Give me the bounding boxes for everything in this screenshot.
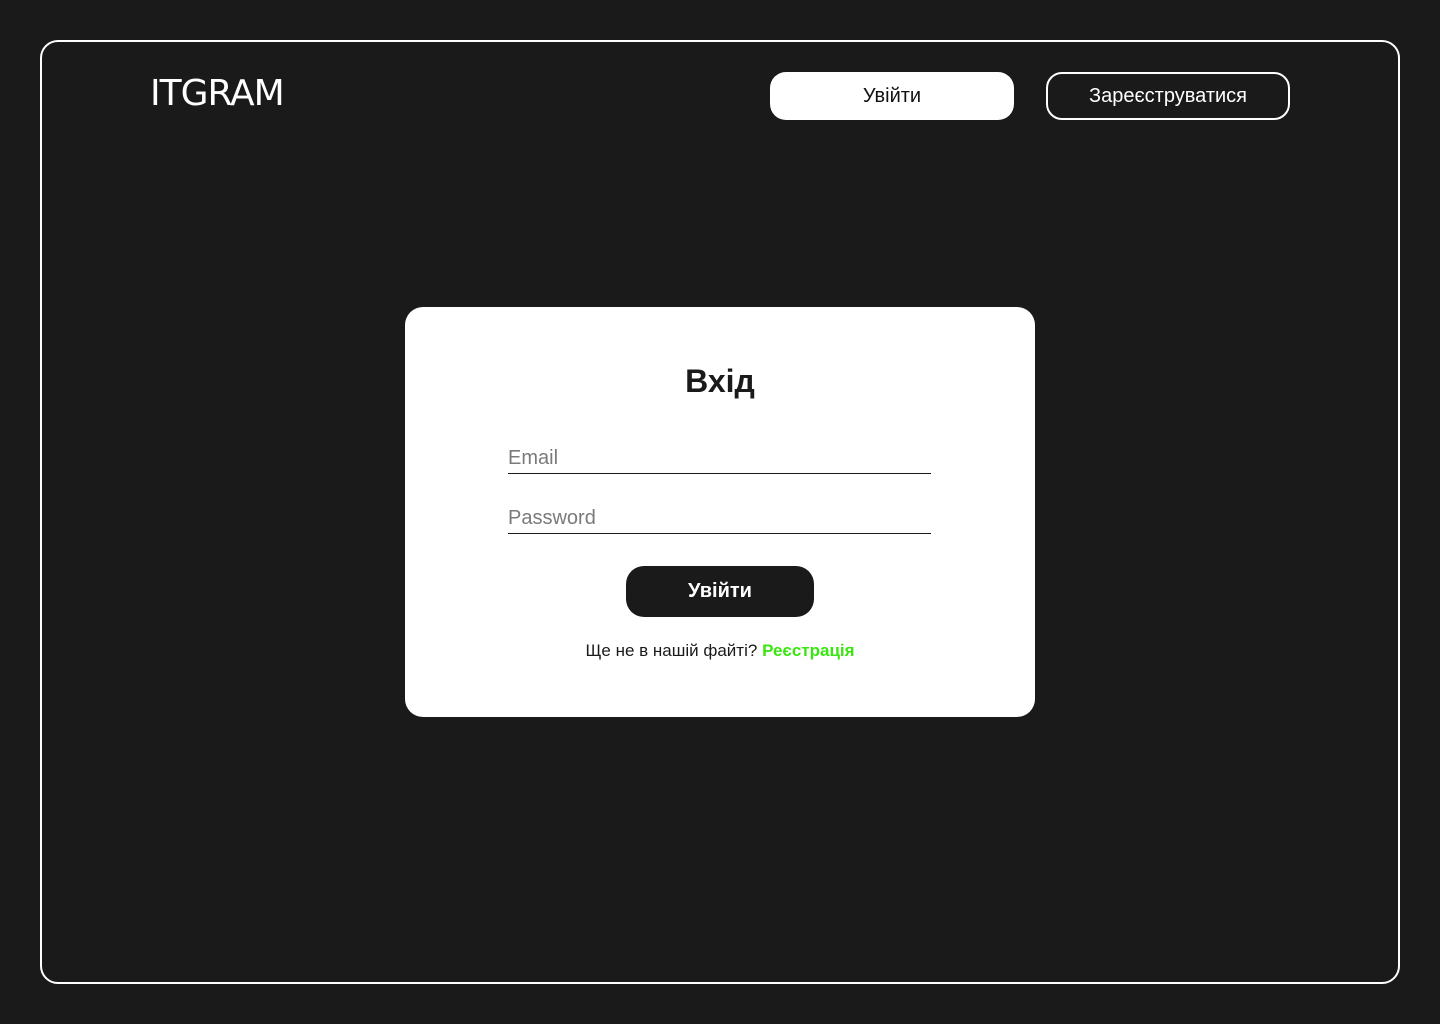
- password-field[interactable]: [508, 504, 931, 534]
- login-card: Вхід Увійти Ще не в нашій файті? Реєстра…: [405, 307, 1035, 717]
- email-field[interactable]: [508, 444, 931, 474]
- signup-prompt-text: Ще не в нашій файті?: [585, 641, 758, 660]
- login-submit-button[interactable]: Увійти: [626, 566, 814, 617]
- login-title: Вхід: [685, 363, 755, 399]
- signup-prompt-row: Ще не в нашій файті? Реєстрація: [405, 641, 1035, 661]
- header-login-button[interactable]: Увійти: [770, 72, 1014, 120]
- logo[interactable]: ITGRAM: [150, 72, 285, 116]
- header-register-button[interactable]: Зареєструватися: [1046, 72, 1290, 120]
- signup-link[interactable]: Реєстрація: [762, 641, 854, 660]
